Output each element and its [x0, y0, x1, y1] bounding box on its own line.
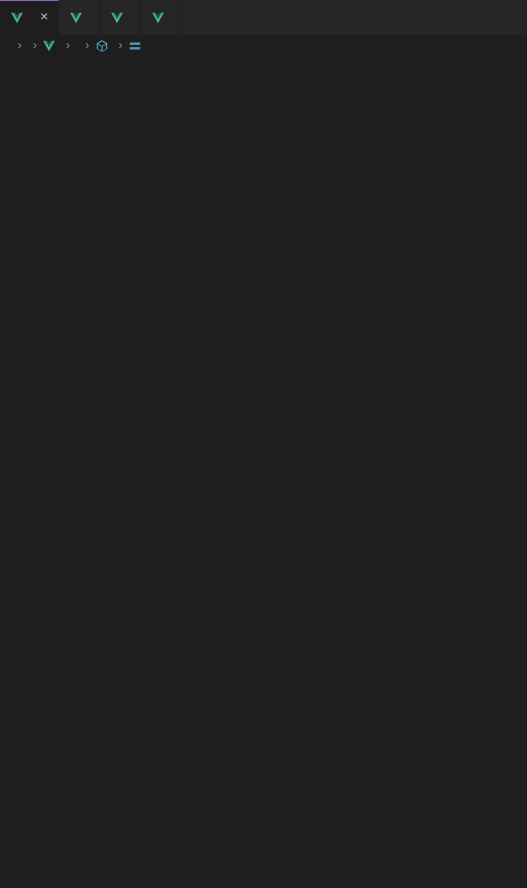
- breadcrumb-item[interactable]: [42, 39, 60, 53]
- chevron-right-icon: ›: [16, 39, 23, 53]
- breadcrumb: › › › › ›: [0, 35, 527, 57]
- chevron-right-icon: ›: [117, 39, 124, 53]
- vue-icon: [10, 11, 24, 25]
- vue-icon: [42, 39, 56, 53]
- breadcrumb-item[interactable]: [128, 39, 146, 53]
- vue-icon: [69, 11, 83, 25]
- code-editor[interactable]: [0, 57, 527, 888]
- chevron-right-icon: ›: [31, 39, 38, 53]
- tab-app[interactable]: [141, 0, 182, 35]
- vue-icon: [151, 11, 165, 25]
- vue-icon: [110, 11, 124, 25]
- chevron-right-icon: ›: [84, 39, 91, 53]
- tab-home[interactable]: ×: [0, 0, 59, 35]
- code-content[interactable]: [58, 57, 527, 888]
- tab-header[interactable]: [59, 0, 100, 35]
- line-number-gutter: [0, 57, 58, 888]
- cube-icon: [95, 39, 109, 53]
- tab-bar: ×: [0, 0, 527, 35]
- chevron-right-icon: ›: [64, 39, 71, 53]
- tab-footer[interactable]: [100, 0, 141, 35]
- breadcrumb-item[interactable]: [95, 39, 113, 53]
- symbol-icon: [128, 39, 142, 53]
- close-icon[interactable]: ×: [40, 10, 48, 26]
